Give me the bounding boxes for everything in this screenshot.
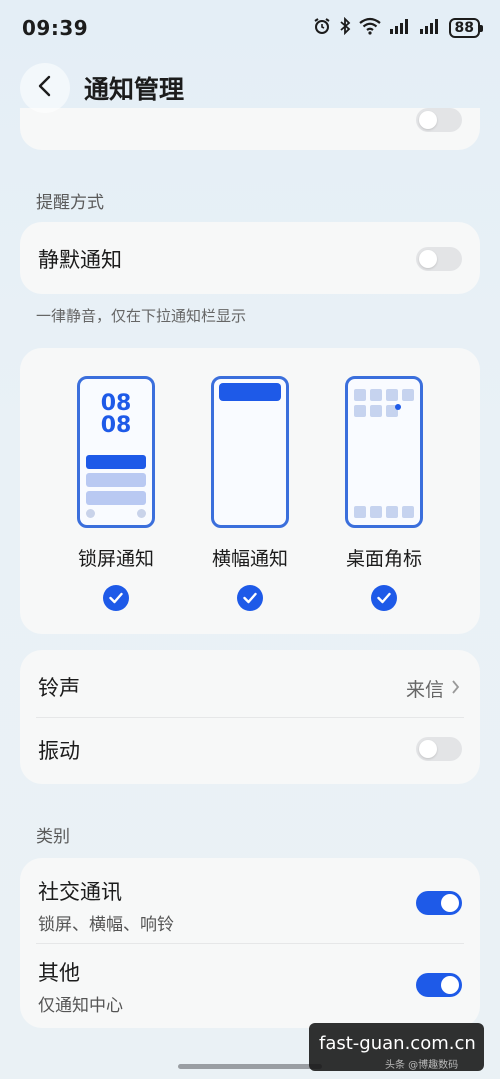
category-other-title: 其他: [38, 961, 80, 985]
status-time: 09:39: [22, 16, 89, 40]
status-icons: 88: [313, 16, 484, 39]
section-label-category: 类别: [36, 827, 70, 847]
sound-card: 铃声 来信 振动: [20, 650, 480, 784]
silent-notification-toggle[interactable]: [416, 247, 462, 271]
category-other-subtitle: 仅通知中心: [38, 996, 123, 1016]
lockscreen-clock-minute: 08: [100, 413, 132, 438]
chevron-right-icon: [451, 679, 460, 698]
silent-notification-row[interactable]: 静默通知: [20, 222, 480, 294]
ringtone-value: 来信: [405, 679, 444, 701]
home-indicator[interactable]: [178, 1064, 322, 1069]
mode-badge[interactable]: 桌面角标: [324, 376, 444, 611]
mode-banner[interactable]: 横幅通知: [190, 376, 310, 611]
category-social-toggle[interactable]: [416, 891, 462, 915]
checkmark-icon[interactable]: [103, 585, 129, 611]
category-row-other[interactable]: 其他 仅通知中心: [20, 943, 480, 1028]
ringtone-row[interactable]: 铃声 来信: [20, 650, 480, 717]
checkmark-icon[interactable]: [371, 585, 397, 611]
signal-icon: [389, 17, 411, 39]
banner-preview: [211, 376, 289, 528]
mode-banner-label: 横幅通知: [211, 548, 288, 570]
chevron-left-icon: [37, 75, 53, 101]
category-card: 社交通讯 锁屏、横幅、响铃 其他 仅通知中心: [20, 858, 480, 1028]
watermark-text: fast-guan.com.cn: [319, 1033, 476, 1054]
vibration-row[interactable]: 振动: [20, 717, 480, 784]
notification-modes-card: 08 08 锁屏通知 横幅通知 桌面角标: [20, 348, 480, 634]
category-social-subtitle: 锁屏、横幅、响铃: [38, 915, 174, 935]
checkmark-icon[interactable]: [237, 585, 263, 611]
category-social-title: 社交通讯: [38, 880, 122, 904]
watermark-sub: 头条 @博趣数码: [385, 1060, 459, 1071]
mode-lockscreen-label: 锁屏通知: [77, 548, 154, 570]
silent-hint: 一律静音，仅在下拉通知栏显示: [36, 307, 247, 325]
mode-badge-label: 桌面角标: [345, 548, 422, 570]
back-button[interactable]: [20, 63, 70, 113]
category-row-social[interactable]: 社交通讯 锁屏、横幅、响铃: [20, 858, 480, 943]
silent-notification-label: 静默通知: [38, 248, 122, 272]
bluetooth-icon: [339, 16, 351, 39]
wifi-icon: [358, 17, 381, 39]
vibration-toggle[interactable]: [416, 737, 462, 761]
lockscreen-preview: 08 08: [77, 376, 155, 528]
section-label-reminder: 提醒方式: [36, 193, 104, 213]
mode-lockscreen[interactable]: 08 08 锁屏通知: [56, 376, 176, 611]
page-header: 通知管理: [0, 56, 500, 120]
category-other-toggle[interactable]: [416, 973, 462, 997]
alarm-icon: [313, 17, 331, 39]
watermark: fast-guan.com.cn 头条 @博趣数码: [309, 1023, 484, 1071]
vibration-label: 振动: [38, 739, 80, 763]
lockscreen-clock-hour: 08: [100, 391, 132, 416]
badge-preview: [345, 376, 423, 528]
battery-icon: 88: [448, 18, 484, 38]
signal-icon: [419, 17, 441, 39]
status-bar: 09:39 88: [0, 0, 500, 56]
ringtone-label: 铃声: [38, 676, 80, 700]
page-title: 通知管理: [84, 75, 185, 104]
